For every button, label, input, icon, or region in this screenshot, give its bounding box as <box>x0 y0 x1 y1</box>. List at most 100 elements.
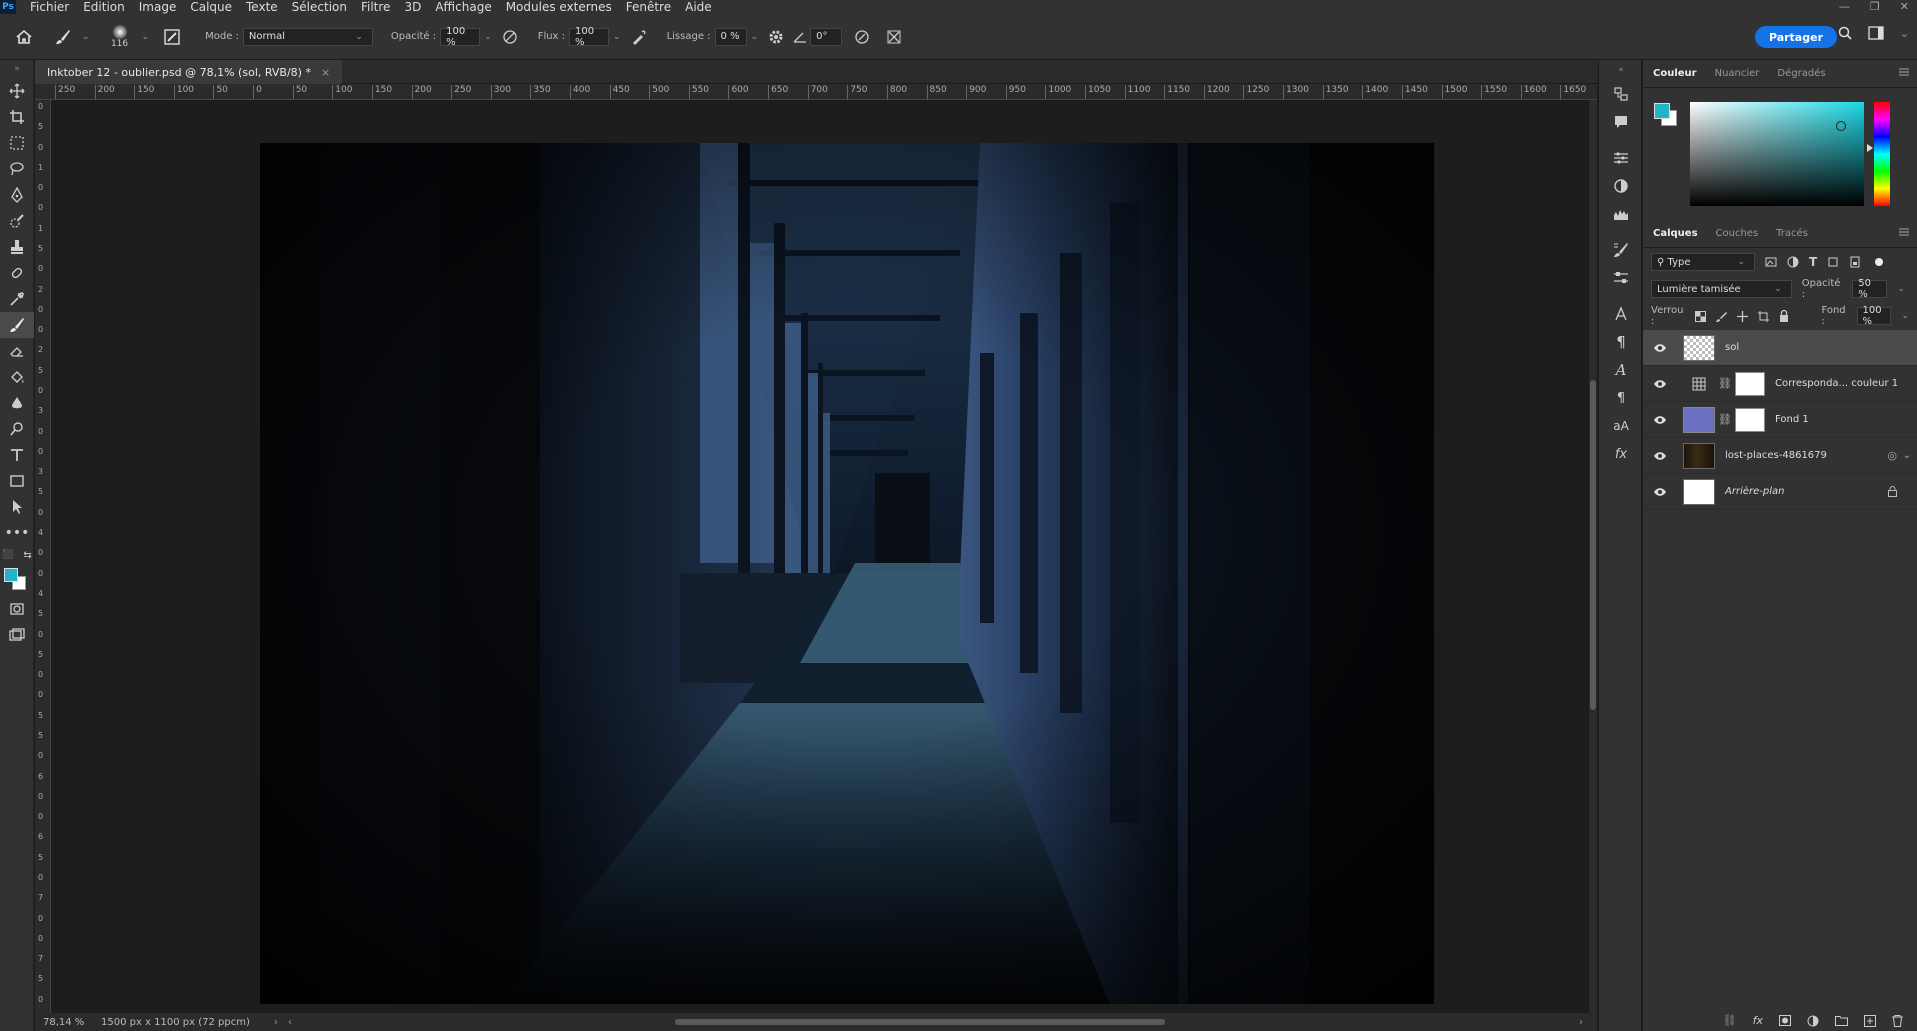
tab-couches[interactable]: Couches <box>1716 228 1759 239</box>
menu-3d[interactable]: 3D <box>404 0 421 14</box>
minimize-icon[interactable]: — <box>1839 0 1850 14</box>
shape-tool-icon[interactable] <box>0 468 34 494</box>
marquee-tool-icon[interactable] <box>0 130 34 156</box>
visibility-eye-icon[interactable] <box>1643 451 1677 460</box>
mode-select[interactable]: Normal ⌄ <box>242 27 373 46</box>
tab-degrades[interactable]: Dégradés <box>1777 68 1825 79</box>
comments-icon[interactable] <box>1599 108 1643 136</box>
hue-slider[interactable] <box>1874 102 1890 206</box>
collapse-panels-icon[interactable]: « <box>1599 60 1643 80</box>
layer-name[interactable]: Correspondа... couleur 1 <box>1775 378 1898 389</box>
opacity-input[interactable]: 100 % <box>440 26 481 48</box>
add-mask-icon[interactable] <box>1779 1015 1791 1026</box>
eraser-tool-icon[interactable] <box>0 338 34 364</box>
lasso-tool-icon[interactable] <box>0 156 34 182</box>
menu-affichage[interactable]: Affichage <box>435 0 491 14</box>
smart-filter-icon[interactable]: ◎ <box>1887 449 1897 462</box>
menu-selection[interactable]: Sélection <box>292 0 347 14</box>
link-icon[interactable]: ⛓ <box>1718 377 1732 390</box>
layer-mask-thumbnail[interactable] <box>1734 371 1765 396</box>
blur-tool-icon[interactable] <box>0 390 34 416</box>
new-group-icon[interactable] <box>1835 1015 1848 1026</box>
crop-tool-icon[interactable] <box>0 104 34 130</box>
histogram-icon[interactable] <box>1599 200 1643 228</box>
scroll-right-icon[interactable]: › <box>1579 1017 1583 1028</box>
path-selection-icon[interactable] <box>0 494 34 520</box>
new-adjustment-icon[interactable] <box>1807 1015 1819 1027</box>
layer-mask-thumbnail[interactable] <box>1734 407 1765 432</box>
adjustments-icon[interactable] <box>1599 144 1643 172</box>
chevron-down-icon[interactable]: ⌄ <box>1901 311 1909 321</box>
airbrush-icon[interactable] <box>625 29 653 45</box>
layer-name[interactable]: lost-places-4861679 <box>1725 450 1827 461</box>
menu-calque[interactable]: Calque <box>190 0 232 14</box>
menu-image[interactable]: Image <box>139 0 177 14</box>
blend-mode-select[interactable]: Lumière tamisée ⌄ <box>1651 280 1792 298</box>
menu-aide[interactable]: Aide <box>685 0 712 14</box>
new-layer-icon[interactable] <box>1864 1014 1876 1027</box>
horizontal-scrollbar-thumb[interactable] <box>675 1019 1165 1025</box>
layer-style-fx-icon[interactable]: fx <box>1753 1014 1763 1027</box>
filter-shape-icon[interactable] <box>1827 256 1839 268</box>
restore-icon[interactable]: ❐ <box>1870 0 1880 14</box>
tab-traces[interactable]: Tracés <box>1776 228 1808 239</box>
filter-pixel-icon[interactable] <box>1765 256 1777 268</box>
symmetry-icon[interactable] <box>882 29 906 45</box>
menu-modules-externes[interactable]: Modules externes <box>506 0 612 14</box>
chevron-down-icon[interactable]: ⌄ <box>1897 284 1905 294</box>
scroll-left-icon[interactable]: ‹ <box>288 1017 292 1028</box>
quick-selection-icon[interactable] <box>0 208 34 234</box>
workspace-icon[interactable] <box>1868 26 1884 40</box>
quick-mask-icon[interactable] <box>0 596 34 622</box>
angle-input[interactable]: 0° <box>810 27 843 46</box>
panel-menu-icon[interactable] <box>1899 228 1909 236</box>
layer-row-arriere-plan[interactable]: Arrière-plan <box>1643 474 1917 510</box>
more-tools-icon[interactable]: ••• <box>0 520 34 546</box>
search-icon[interactable] <box>1838 26 1852 40</box>
status-menu-icon[interactable]: › <box>274 1017 278 1028</box>
document-canvas[interactable] <box>260 143 1434 1004</box>
swap-colors-icon[interactable]: ⬛ ⇆ <box>0 546 34 564</box>
healing-brush-icon[interactable] <box>0 260 34 286</box>
link-layers-icon[interactable]: ⛓ <box>1723 1014 1737 1027</box>
menu-fenetre[interactable]: Fenêtre <box>626 0 671 14</box>
visibility-eye-icon[interactable] <box>1643 379 1677 388</box>
brush-tool-icon[interactable] <box>0 312 34 338</box>
layer-opacity-input[interactable]: 50 % <box>1852 278 1888 300</box>
foreground-color-swatch[interactable] <box>4 568 18 582</box>
zoom-level[interactable]: 78,14 % <box>43 1017 93 1028</box>
visibility-eye-icon[interactable] <box>1643 415 1677 424</box>
chevron-down-icon[interactable]: ⌄ <box>751 32 759 42</box>
dodge-tool-icon[interactable] <box>0 416 34 442</box>
document-tab[interactable]: Inktober 12 - oublier.psd @ 78,1% (sol, … <box>35 60 343 84</box>
menu-texte[interactable]: Texte <box>246 0 278 14</box>
gear-icon[interactable] <box>762 29 790 45</box>
lock-position-icon[interactable] <box>1737 310 1749 322</box>
lock-artboard-icon[interactable] <box>1758 310 1770 322</box>
layer-name[interactable]: Fond 1 <box>1775 414 1809 425</box>
layer-name[interactable]: sol <box>1725 342 1739 353</box>
visibility-eye-icon[interactable] <box>1643 487 1677 496</box>
panel-menu-icon[interactable] <box>1899 68 1909 76</box>
layer-row-gradient-map[interactable]: ⛓ Correspondа... couleur 1 <box>1643 366 1917 402</box>
delete-layer-icon[interactable] <box>1892 1014 1903 1027</box>
chevron-down-icon[interactable]: ⌄ <box>1900 27 1909 40</box>
type-tool-icon[interactable] <box>0 442 34 468</box>
stamp-tool-icon[interactable] <box>0 234 34 260</box>
layer-filter-select[interactable]: ⚲ Type ⌄ <box>1651 253 1755 271</box>
color-picker-handle[interactable] <box>1836 121 1846 131</box>
lock-all-icon[interactable] <box>1779 310 1789 322</box>
brush-preset-picker[interactable]: 116 <box>102 24 138 49</box>
chevron-down-icon[interactable]: ⌄ <box>82 32 90 42</box>
layer-row-sol[interactable]: sol <box>1643 330 1917 366</box>
flux-input[interactable]: 100 % <box>569 26 610 48</box>
pen-tool-icon[interactable] <box>0 182 34 208</box>
lock-pixels-icon[interactable] <box>1716 311 1728 322</box>
lock-transparency-icon[interactable] <box>1695 310 1707 322</box>
layer-name[interactable]: Arrière-plan <box>1725 486 1784 497</box>
visibility-eye-icon[interactable] <box>1643 343 1677 352</box>
filter-smart-object-icon[interactable] <box>1849 256 1861 268</box>
canvas-area[interactable] <box>52 100 1597 1013</box>
smoothing-input[interactable]: 0 % <box>714 27 747 46</box>
properties-icon[interactable] <box>1599 172 1643 200</box>
